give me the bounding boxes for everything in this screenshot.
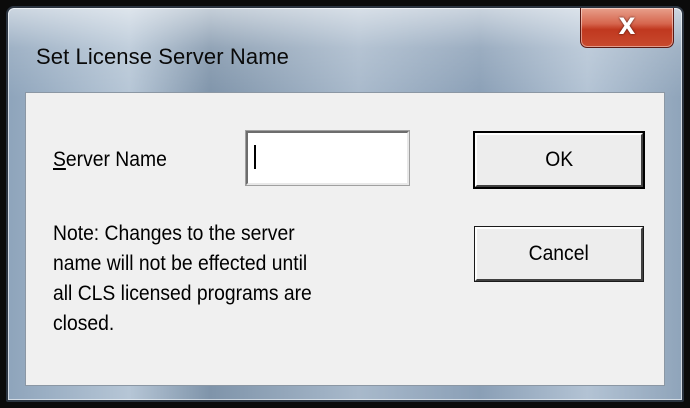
cancel-button[interactable]: Cancel xyxy=(474,226,644,282)
server-name-input[interactable] xyxy=(245,130,410,186)
close-button[interactable]: X xyxy=(580,8,674,48)
server-name-label-accelerator: S xyxy=(53,148,66,171)
cancel-button-label: Cancel xyxy=(528,242,590,265)
title-bar[interactable]: Set License Server Name X xyxy=(8,8,682,90)
ok-button[interactable]: OK xyxy=(473,131,645,189)
dialog-title: Set License Server Name xyxy=(36,44,289,69)
dialog-window: Set License Server Name X Server Name OK… xyxy=(6,6,684,402)
server-name-label: Server Name xyxy=(53,148,167,172)
text-caret xyxy=(254,145,256,169)
note-text: Note: Changes to the server name will no… xyxy=(53,222,312,335)
dialog-client-area: Server Name OK Cancel Note: Changes to t… xyxy=(25,92,665,386)
close-icon: X xyxy=(618,15,636,40)
server-name-label-text: erver Name xyxy=(65,148,167,171)
ok-button-label: OK xyxy=(545,148,573,171)
